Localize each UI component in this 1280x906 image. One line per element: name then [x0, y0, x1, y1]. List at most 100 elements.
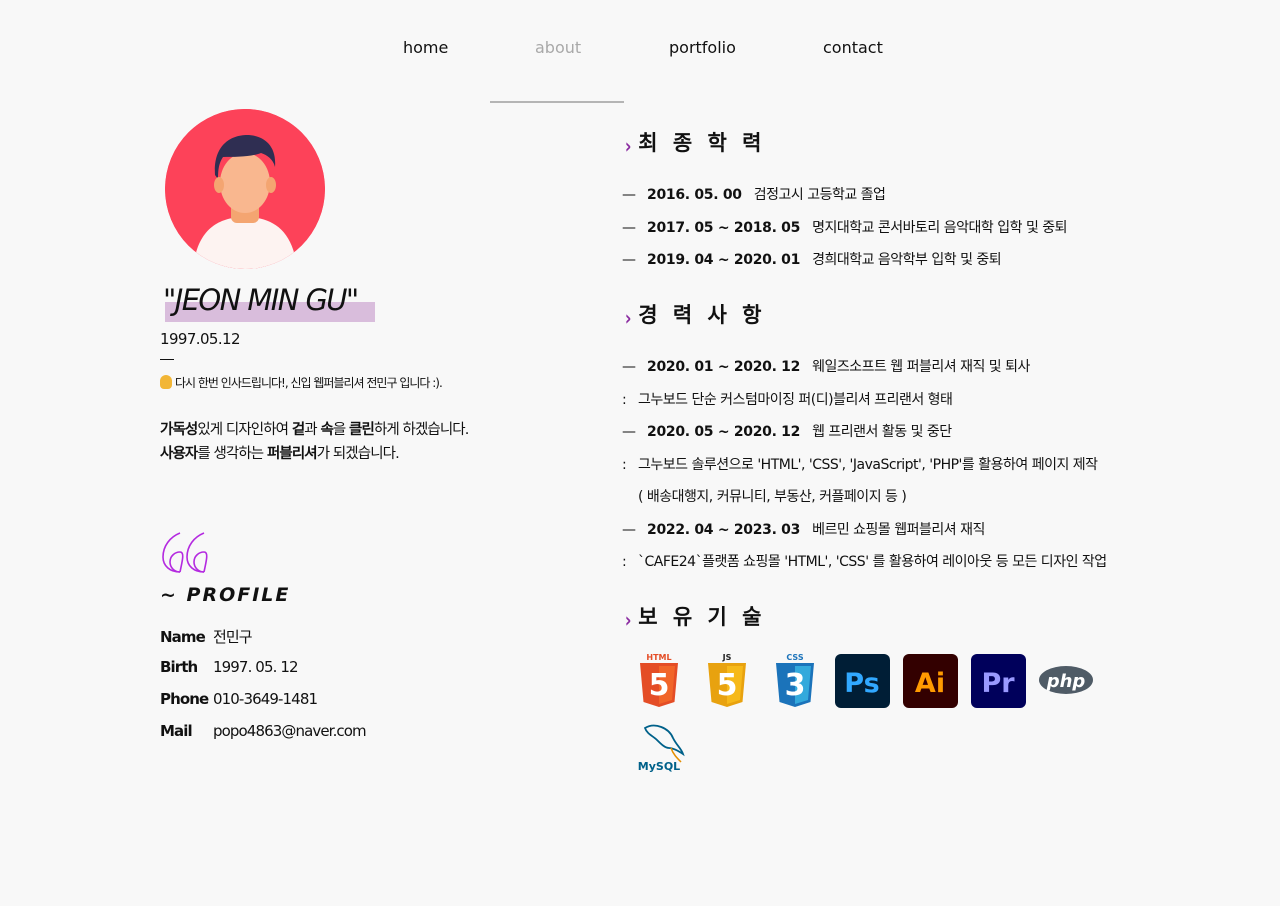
profile-key: Phone: [160, 690, 209, 708]
row-text: 그누보드 단순 커스텀마이징 퍼(디)블리셔 프리랜서 형태: [638, 392, 953, 408]
row-text: 검정고시 고등학교 졸업: [753, 187, 886, 203]
career-detail-row: : `CAFE24`플랫폼 쇼핑몰 'HTML', 'CSS' 를 활용하여 레이…: [622, 551, 1107, 571]
divider: [160, 359, 174, 360]
profile-value: popo4863@naver.com: [213, 722, 367, 740]
profile-section-title: ~ PROFILE: [160, 584, 291, 606]
css3-badge: 3: [785, 668, 806, 703]
intro-emphasis: 퍼블리셔: [266, 446, 318, 462]
profile-value: 010-3649-1481: [213, 690, 318, 708]
career-row: — 2020. 05 ~ 2020. 12 웹 프리랜서 활동 및 중단: [622, 421, 952, 441]
avatar: [165, 109, 325, 269]
illustrator-label: Ai: [915, 668, 945, 699]
profile-row-phone: Phone 010-3649-1481: [160, 690, 318, 708]
intro-text: 가독성있게 디자인하여 겉과 속을 클린하게 하겠습니다. 사용자를 생각하는 …: [160, 418, 469, 466]
profile-name: "JEON MIN GU": [163, 283, 359, 317]
profile-value: 전민구: [213, 628, 253, 646]
intro-emphasis: 사용자: [160, 446, 198, 462]
row-text: 웹 프리랜서 활동 및 중단: [812, 424, 952, 440]
row-date: 2017. 05 ~ 2018. 05: [647, 220, 801, 236]
education-row: — 2017. 05 ~ 2018. 05 명지대학교 콘서바토리 음악대학 입학 …: [622, 217, 1068, 237]
css3-icon: CSS 3: [767, 652, 823, 708]
photoshop-icon: Ps: [835, 654, 891, 710]
row-dash: —: [622, 359, 636, 375]
profile-key: Name: [160, 628, 206, 646]
profile-row-name: Name 전민구: [160, 626, 253, 647]
php-icon: php: [1039, 652, 1095, 708]
js-icon: JS 5: [699, 652, 755, 708]
row-text: 베르민 쇼핑몰 웹퍼블리셔 재직: [812, 522, 985, 538]
intro-text-run: 을: [332, 422, 350, 438]
js-badge: 5: [717, 668, 738, 703]
row-dash: —: [622, 424, 636, 440]
html5-icon: HTML 5: [631, 652, 687, 708]
top-nav: home about portfolio contact: [0, 0, 1280, 104]
waving-hand-icon: [160, 375, 172, 389]
row-date: 2020. 01 ~ 2020. 12: [647, 359, 801, 375]
career-row: — 2020. 01 ~ 2020. 12 웨일즈소프트 웹 퍼블리셔 재직 및 퇴…: [622, 356, 1030, 376]
mysql-label: MySQL: [638, 760, 680, 773]
row-dash: —: [622, 220, 636, 236]
greeting: 다시 한번 인사드립니다!, 신입 웹퍼블리셔 전민구 입니다 :).: [160, 374, 443, 391]
premiere-icon: Pr: [971, 654, 1027, 710]
quote-icon: [160, 532, 208, 578]
intro-text-run: 하게 하겠습니다.: [373, 422, 469, 438]
row-dash: —: [622, 522, 636, 538]
row-date: 2019. 04 ~ 2020. 01: [647, 252, 801, 268]
intro-emphasis: 속: [320, 422, 333, 438]
education-title: › 최 종 학 력: [624, 127, 766, 158]
html5-badge: 5: [649, 668, 670, 703]
intro-emphasis: 클린: [349, 422, 375, 438]
education-row: — 2019. 04 ~ 2020. 01 경희대학교 음악학부 입학 및 중퇴: [622, 249, 1002, 269]
row-date: 2020. 05 ~ 2020. 12: [647, 424, 801, 440]
education-title-text: 최 종 학 력: [638, 131, 766, 155]
js-label: JS: [722, 653, 732, 662]
skills-title-text: 보 유 기 술: [638, 605, 766, 629]
intro-text-run: 가 되겠습니다.: [316, 446, 400, 462]
row-text: 웨일즈소프트 웹 퍼블리셔 재직 및 퇴사: [812, 359, 1030, 375]
row-colon: :: [622, 392, 627, 408]
intro-line-2: 사용자를 생각하는 퍼블리셔가 되겠습니다.: [160, 442, 468, 466]
profile-key: Birth: [160, 658, 198, 676]
intro-text-run: 있게 디자인하여: [197, 422, 292, 438]
greeting-text: 다시 한번 인사드립니다!, 신입 웹퍼블리셔 전민구 입니다 :).: [175, 376, 443, 390]
nav-home[interactable]: home: [403, 38, 448, 57]
intro-text-run: 과: [304, 422, 321, 438]
row-text: 경희대학교 음악학부 입학 및 중퇴: [812, 252, 1002, 268]
intro-emphasis: 겉: [291, 422, 305, 438]
intro-text-run: 를 생각하는: [197, 446, 267, 462]
photoshop-label: Ps: [844, 668, 879, 699]
profile-row-birth: Birth 1997. 05. 12: [160, 658, 299, 676]
career-detail-row: ( 배송대행지, 커뮤니티, 부동산, 커플페이지 등 ): [638, 486, 907, 506]
intro-emphasis: 가독성: [160, 422, 198, 438]
career-title: › 경 력 사 항: [624, 299, 766, 330]
nav-contact[interactable]: contact: [823, 38, 883, 57]
chevron-right-icon: ›: [624, 306, 632, 330]
career-detail-row: : 그누보드 솔루션으로 'HTML', 'CSS', 'JavaScript',…: [622, 454, 1098, 474]
mysql-icon: MySQL: [631, 718, 687, 774]
row-colon: :: [622, 554, 627, 570]
row-text: ( 배송대행지, 커뮤니티, 부동산, 커플페이지 등 ): [638, 489, 907, 505]
intro-line-1: 가독성있게 디자인하여 겉과 속을 클린하게 하겠습니다.: [160, 418, 469, 442]
row-dash: —: [622, 252, 636, 268]
profile-key: Mail: [160, 722, 193, 740]
row-date: 2016. 05. 00: [647, 187, 742, 203]
html5-label: HTML: [646, 653, 671, 662]
row-dash: —: [622, 187, 636, 203]
nav-about[interactable]: about: [535, 38, 581, 57]
row-text: 명지대학교 콘서바토리 음악대학 입학 및 중퇴: [812, 220, 1068, 236]
row-colon: :: [622, 457, 627, 473]
php-label: php: [1046, 671, 1086, 692]
premiere-label: Pr: [981, 668, 1015, 699]
chevron-right-icon: ›: [624, 134, 632, 158]
profile-value: 1997. 05. 12: [213, 658, 299, 676]
nav-active-underline: [490, 101, 624, 103]
illustrator-icon: Ai: [903, 654, 959, 710]
profile-birth: 1997.05.12: [160, 330, 240, 348]
nav-portfolio[interactable]: portfolio: [669, 38, 736, 57]
row-text: `CAFE24`플랫폼 쇼핑몰 'HTML', 'CSS' 를 활용하여 레이아…: [638, 554, 1107, 570]
education-row: — 2016. 05. 00 검정고시 고등학교 졸업: [622, 184, 886, 204]
css3-label: CSS: [786, 653, 803, 662]
career-title-text: 경 력 사 항: [638, 303, 766, 327]
profile-row-mail: Mail popo4863@naver.com: [160, 722, 367, 740]
row-text: 그누보드 솔루션으로 'HTML', 'CSS', 'JavaScript', …: [638, 457, 1098, 473]
